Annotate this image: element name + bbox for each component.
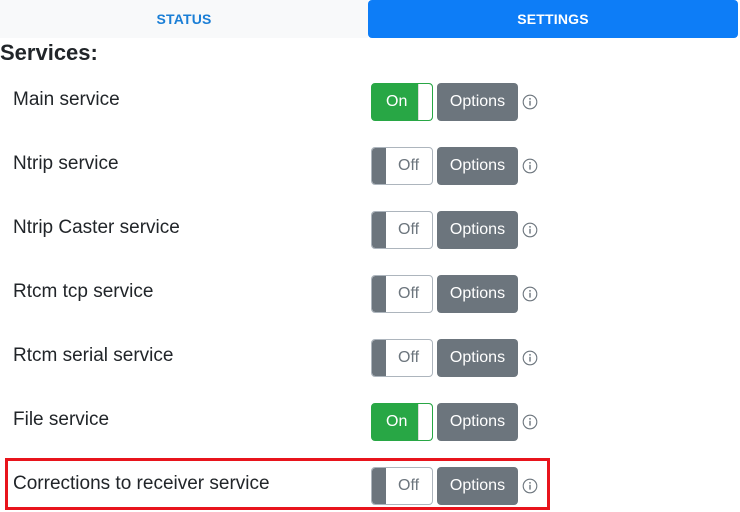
service-label: Ntrip Caster service <box>13 217 180 238</box>
info-circle-icon[interactable] <box>522 158 538 174</box>
service-row-rtcm-tcp: Rtcm tcp service Off Options <box>0 275 560 315</box>
section-title: Services: <box>0 40 98 65</box>
toggle-handle <box>418 84 432 120</box>
toggle-state: Off <box>398 349 420 366</box>
info-circle-icon[interactable] <box>522 414 538 430</box>
info-circle-icon[interactable] <box>522 350 538 366</box>
service-row-ntrip: Ntrip service Off Options <box>0 147 560 187</box>
toggle-handle <box>418 404 432 440</box>
options-button[interactable]: Options <box>437 275 518 313</box>
toggle-state: Off <box>398 285 420 302</box>
options-button[interactable]: Options <box>437 339 518 377</box>
service-label: File service <box>13 409 110 430</box>
toggle-state: Off <box>398 221 420 238</box>
service-toggle[interactable]: Off <box>371 147 433 185</box>
toggle-state: On <box>386 93 408 110</box>
info-circle-icon[interactable] <box>522 94 538 110</box>
service-label: Main service <box>13 89 120 110</box>
service-label: Rtcm serial service <box>13 345 174 366</box>
options-button[interactable]: Options <box>437 211 518 249</box>
service-toggle[interactable]: Off <box>371 211 433 249</box>
toggle-handle <box>372 212 386 248</box>
service-toggle[interactable]: Off <box>371 275 433 313</box>
highlight-box <box>5 458 550 510</box>
toggle-state: Off <box>398 157 420 174</box>
service-row-main: Main service On Options <box>0 83 560 123</box>
service-row-ntrip-caster: Ntrip Caster service Off Options <box>0 211 560 251</box>
toggle-handle <box>372 148 386 184</box>
options-button[interactable]: Options <box>437 147 518 185</box>
service-label: Ntrip service <box>13 153 119 174</box>
options-button[interactable]: Options <box>437 403 518 441</box>
service-toggle[interactable]: On <box>371 83 433 121</box>
service-label: Rtcm tcp service <box>13 281 154 302</box>
toggle-handle <box>372 340 386 376</box>
options-button[interactable]: Options <box>437 83 518 121</box>
service-toggle[interactable]: On <box>371 403 433 441</box>
tab-settings[interactable]: SETTINGS <box>368 0 738 38</box>
tab-status[interactable]: STATUS <box>0 0 368 38</box>
toggle-handle <box>372 276 386 312</box>
toggle-state: On <box>386 413 408 430</box>
info-circle-icon[interactable] <box>522 286 538 302</box>
service-row-file: File service On Options <box>0 403 560 443</box>
service-toggle[interactable]: Off <box>371 339 433 377</box>
info-circle-icon[interactable] <box>522 222 538 238</box>
tab-bar: STATUS SETTINGS <box>0 0 740 38</box>
service-row-rtcm-serial: Rtcm serial service Off Options <box>0 339 560 379</box>
